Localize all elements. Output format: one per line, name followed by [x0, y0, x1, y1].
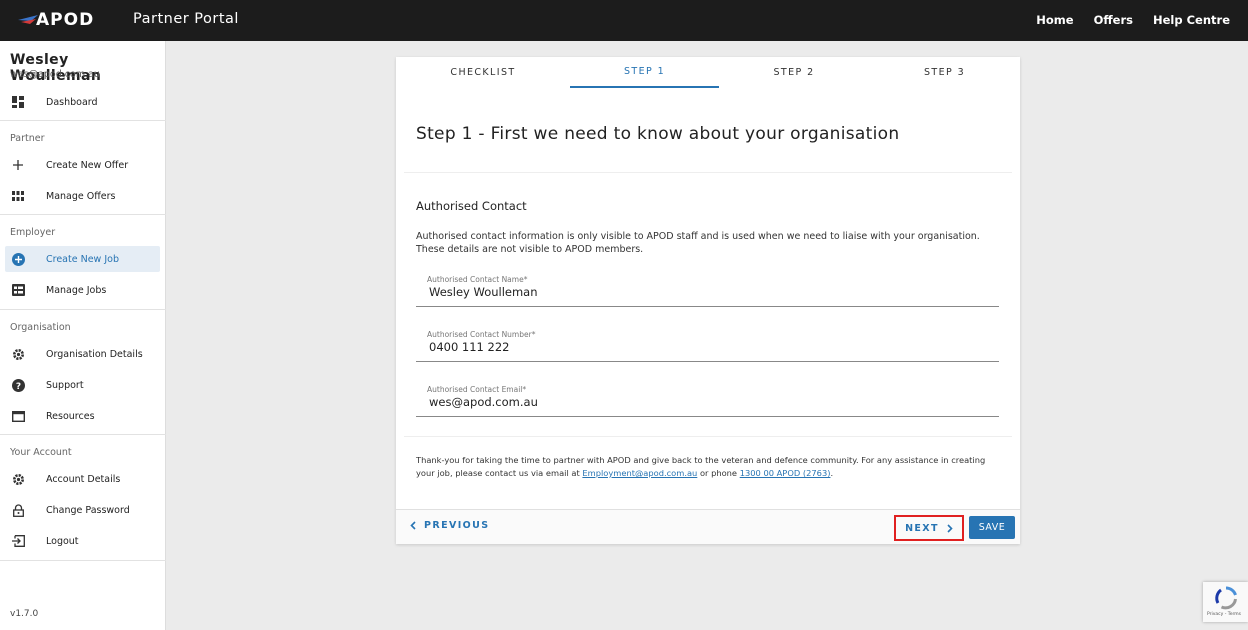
assistance-note: Thank-you for taking the time to partner…	[416, 454, 1001, 480]
sidebar-item-manage-offers[interactable]: Manage Offers	[5, 183, 160, 209]
save-button[interactable]: SAVE	[969, 516, 1015, 539]
sidebar-item-label: Resources	[46, 410, 95, 422]
previous-button[interactable]: PREVIOUS	[410, 520, 490, 531]
plus-icon	[11, 158, 25, 172]
window-icon	[11, 409, 25, 423]
sidebar-item-manage-jobs[interactable]: Manage Jobs	[5, 277, 160, 303]
sidebar-item-label: Manage Offers	[46, 190, 116, 202]
divider	[404, 172, 1012, 173]
divider	[404, 436, 1012, 437]
recaptcha-terms[interactable]: Privacy - Terms	[1207, 612, 1241, 617]
sidebar-item-create-offer[interactable]: Create New Offer	[5, 152, 160, 178]
app-version: v1.7.0	[10, 609, 39, 619]
chevron-left-icon	[410, 521, 416, 530]
sidebar-item-logout[interactable]: Logout	[5, 528, 160, 554]
sidebar: Wesley Woulleman wes@apod.com.au Dashboa…	[0, 41, 166, 630]
note-text: or phone	[697, 468, 740, 478]
top-bar: APOD Partner Portal Home Offers Help Cen…	[0, 0, 1248, 41]
previous-label: PREVIOUS	[424, 520, 490, 531]
contact-number-input[interactable]	[429, 340, 989, 354]
section-label-employer: Employer	[10, 227, 56, 238]
top-nav: Home Offers Help Centre	[1036, 13, 1230, 27]
sidebar-item-resources[interactable]: Resources	[5, 403, 160, 429]
sidebar-item-support[interactable]: ? Support	[5, 372, 160, 398]
divider	[0, 309, 166, 310]
sidebar-item-label: Organisation Details	[46, 348, 143, 360]
tab-checklist[interactable]: CHECKLIST	[396, 57, 570, 88]
page-title: Step 1 - First we need to know about you…	[416, 124, 900, 144]
nav-offers-link[interactable]: Offers	[1094, 13, 1133, 27]
sidebar-item-change-password[interactable]: Change Password	[5, 497, 160, 523]
user-email: wes@apod.com.au	[10, 69, 100, 80]
apod-logo[interactable]: APOD	[18, 10, 94, 30]
contact-name-field[interactable]: Authorised Contact Name*	[416, 275, 999, 307]
sidebar-item-account-details[interactable]: Account Details	[5, 466, 160, 492]
next-button[interactable]: NEXT	[894, 515, 964, 541]
divider	[0, 214, 166, 215]
grid-icon	[11, 189, 25, 203]
step-tabs: CHECKLIST STEP 1 STEP 2 STEP 3	[396, 57, 1020, 88]
sidebar-item-create-job[interactable]: Create New Job	[5, 246, 160, 272]
contact-name-input[interactable]	[429, 285, 989, 299]
gear-icon	[11, 472, 25, 486]
sidebar-item-label: Support	[46, 379, 84, 391]
tab-step-1[interactable]: STEP 1	[570, 57, 719, 88]
gear-icon	[11, 347, 25, 361]
sidebar-item-label: Create New Job	[46, 253, 119, 265]
help-icon: ?	[11, 378, 25, 392]
sidebar-item-label: Account Details	[46, 473, 121, 485]
form-actions: PREVIOUS NEXT SAVE	[396, 509, 1020, 544]
contact-number-field[interactable]: Authorised Contact Number*	[416, 330, 999, 362]
section-description: Authorised contact information is only v…	[416, 231, 980, 255]
sidebar-item-label: Manage Jobs	[46, 284, 107, 296]
dashboard-icon	[11, 95, 25, 109]
section-label-partner: Partner	[10, 133, 45, 144]
list-box-icon	[11, 283, 25, 297]
tab-step-2[interactable]: STEP 2	[719, 57, 869, 88]
contact-email-input[interactable]	[429, 395, 989, 409]
sidebar-item-label: Logout	[46, 535, 79, 547]
field-label: Authorised Contact Name*	[427, 275, 528, 284]
recaptcha-icon	[1215, 586, 1237, 610]
sidebar-item-label: Dashboard	[46, 96, 98, 108]
email-link[interactable]: Employment@apod.com.au	[582, 468, 697, 478]
chevron-right-icon	[947, 523, 953, 533]
add-circle-icon	[11, 252, 25, 266]
divider	[0, 434, 166, 435]
divider	[0, 560, 166, 561]
logout-icon	[11, 534, 25, 548]
next-label: NEXT	[905, 522, 939, 534]
field-label: Authorised Contact Email*	[427, 385, 527, 394]
note-text: .	[830, 468, 834, 478]
sidebar-item-dashboard[interactable]: Dashboard	[5, 89, 160, 115]
contact-email-field[interactable]: Authorised Contact Email*	[416, 385, 999, 417]
logo-text: APOD	[36, 10, 95, 30]
field-label: Authorised Contact Number*	[427, 330, 536, 339]
sidebar-item-label: Change Password	[46, 504, 130, 516]
section-label-account: Your Account	[10, 447, 72, 458]
portal-title: Partner Portal	[133, 11, 239, 27]
nav-home-link[interactable]: Home	[1036, 13, 1073, 27]
step-form-card: CHECKLIST STEP 1 STEP 2 STEP 3 Step 1 - …	[396, 57, 1020, 544]
sidebar-item-label: Create New Offer	[46, 159, 129, 171]
nav-help-centre-link[interactable]: Help Centre	[1153, 13, 1230, 27]
recaptcha-badge[interactable]: Privacy - Terms	[1203, 582, 1248, 622]
phone-link[interactable]: 1300 00 APOD (2763)	[740, 468, 831, 478]
divider	[0, 120, 166, 121]
lock-icon	[11, 503, 25, 517]
tab-step-3[interactable]: STEP 3	[869, 57, 1020, 88]
sidebar-item-organisation-details[interactable]: Organisation Details	[5, 341, 160, 367]
section-heading: Authorised Contact	[416, 199, 527, 213]
section-label-organisation: Organisation	[10, 322, 71, 333]
svg-text:?: ?	[15, 382, 20, 392]
